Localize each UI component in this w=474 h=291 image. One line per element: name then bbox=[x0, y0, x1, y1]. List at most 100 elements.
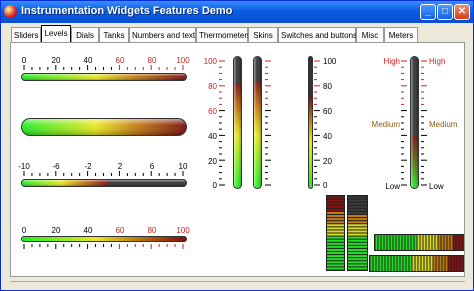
tick-label: 100 bbox=[204, 57, 218, 66]
led-segment bbox=[370, 256, 373, 271]
tick-label: 100 bbox=[176, 226, 190, 235]
led-segment bbox=[348, 242, 367, 245]
tick-label: 20 bbox=[52, 56, 61, 65]
tick-label: 60 bbox=[116, 226, 125, 235]
led-segment bbox=[376, 256, 379, 271]
minimize-button[interactable]: _ bbox=[420, 4, 436, 20]
led-segment bbox=[400, 256, 403, 271]
led-segment bbox=[438, 235, 441, 250]
led-segment bbox=[379, 256, 382, 271]
tick-label: -10 bbox=[18, 162, 30, 171]
led-segment bbox=[348, 239, 367, 242]
label-medium-right: Medium bbox=[429, 120, 458, 129]
tab-skins[interactable]: Skins bbox=[248, 27, 278, 42]
led-segment bbox=[424, 256, 427, 271]
led-segment bbox=[402, 235, 405, 250]
tick-label: 80 bbox=[148, 56, 157, 65]
tick-label: 80 bbox=[148, 226, 157, 235]
led-segment bbox=[327, 227, 344, 230]
led-segment bbox=[388, 256, 391, 271]
led-segment bbox=[414, 235, 417, 250]
led-segment bbox=[327, 236, 344, 239]
led-segment bbox=[427, 256, 430, 271]
led-segment bbox=[327, 230, 344, 233]
close-button[interactable]: ✕ bbox=[454, 4, 470, 20]
tick-label: 20 bbox=[208, 157, 217, 166]
led-segment bbox=[457, 256, 460, 271]
tick-label: 80 bbox=[323, 82, 332, 91]
status-divider bbox=[10, 281, 465, 282]
led-bar-vertical-2 bbox=[347, 195, 368, 271]
led-segment bbox=[348, 230, 367, 233]
led-segment bbox=[423, 235, 426, 250]
level-vertical-3: 100 80 60 40 20 0 bbox=[308, 56, 337, 190]
maximize-button[interactable]: □ bbox=[437, 4, 453, 20]
led-segment bbox=[327, 211, 344, 214]
led-segment bbox=[445, 256, 448, 271]
title-bar[interactable]: Instrumentation Widgets Features Demo _ … bbox=[1, 1, 473, 23]
label-low-left: Low bbox=[385, 182, 400, 191]
led-segment bbox=[373, 256, 376, 271]
tick-label: 20 bbox=[323, 157, 332, 166]
tab-sliders[interactable]: Sliders bbox=[11, 27, 41, 42]
levels-panel: 0 20 40 60 80 100 -10 -6 -2 2 6 10 0 20 … bbox=[10, 42, 472, 277]
led-segment bbox=[394, 256, 397, 271]
label-medium-left: Medium bbox=[372, 120, 401, 129]
led-segment bbox=[447, 235, 450, 250]
level-vertical-4: High Medium Low High Medium Low bbox=[372, 56, 458, 191]
tab-levels[interactable]: Levels bbox=[41, 25, 71, 43]
led-segment bbox=[327, 252, 344, 255]
tab-thermometers[interactable]: Thermometers bbox=[196, 27, 251, 42]
led-segment bbox=[348, 205, 367, 208]
led-segment bbox=[327, 242, 344, 245]
tab-tanks[interactable]: Tanks bbox=[99, 27, 129, 42]
led-segment bbox=[411, 235, 414, 250]
led-segment bbox=[421, 256, 424, 271]
led-segment bbox=[417, 235, 420, 250]
tab-meters[interactable]: Meters bbox=[384, 27, 418, 42]
led-segment bbox=[403, 256, 406, 271]
tab-dials[interactable]: Dials bbox=[71, 27, 99, 42]
tick-label: 60 bbox=[116, 56, 125, 65]
led-segment bbox=[412, 256, 415, 271]
app-window: Instrumentation Widgets Features Demo _ … bbox=[0, 0, 474, 291]
led-segment bbox=[348, 215, 367, 218]
led-segment bbox=[348, 227, 367, 230]
led-segment bbox=[378, 235, 381, 250]
led-segment bbox=[327, 218, 344, 221]
led-bar-horizontal-2 bbox=[369, 255, 467, 272]
led-segment bbox=[327, 239, 344, 242]
led-segment bbox=[441, 235, 444, 250]
tick-label: 80 bbox=[208, 82, 217, 91]
led-segment bbox=[454, 256, 457, 271]
tick-label: 40 bbox=[208, 132, 217, 141]
tick-label: 40 bbox=[84, 226, 93, 235]
label-low-right: Low bbox=[429, 182, 444, 191]
level-horizontal-2 bbox=[21, 118, 187, 136]
led-segment bbox=[348, 255, 367, 258]
led-segment bbox=[375, 235, 378, 250]
level-fill bbox=[309, 96, 312, 188]
led-segment bbox=[348, 208, 367, 211]
led-segment bbox=[327, 221, 344, 224]
led-segment bbox=[327, 202, 344, 205]
led-segment bbox=[327, 208, 344, 211]
led-segment bbox=[405, 235, 408, 250]
led-segment bbox=[348, 211, 367, 214]
led-segment bbox=[387, 235, 390, 250]
tick-label: 0 bbox=[22, 226, 27, 235]
led-segment bbox=[459, 235, 462, 250]
tab-switches-and-buttons[interactable]: Switches and buttons bbox=[278, 27, 357, 42]
led-segment bbox=[327, 267, 344, 270]
tab-numbers-and-text[interactable]: Numbers and text bbox=[129, 27, 196, 42]
tab-misc[interactable]: Misc bbox=[356, 27, 384, 42]
tick-label: 40 bbox=[323, 132, 332, 141]
led-bar-vertical-1 bbox=[326, 195, 345, 271]
led-segment bbox=[327, 248, 344, 251]
level-vertical-2 bbox=[253, 56, 271, 189]
led-segment bbox=[435, 235, 438, 250]
led-segment bbox=[408, 235, 411, 250]
led-segment bbox=[348, 202, 367, 205]
led-segment bbox=[348, 236, 367, 239]
tick-label: 6 bbox=[150, 162, 155, 171]
